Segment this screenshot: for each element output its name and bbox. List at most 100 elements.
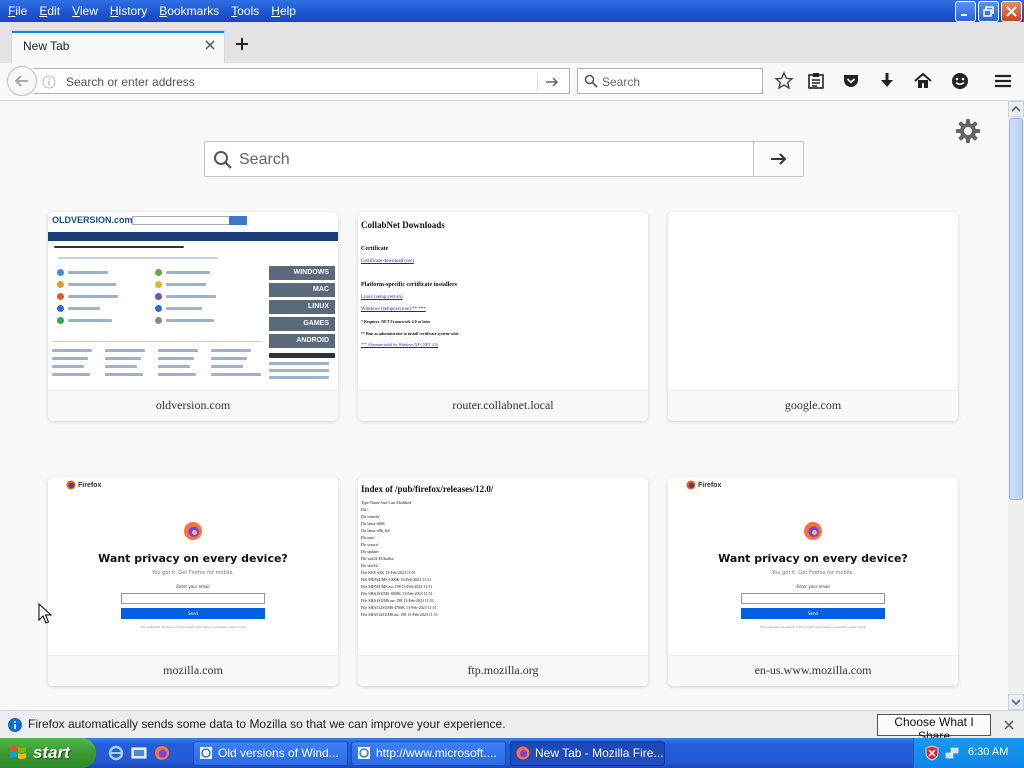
main-search-go-button[interactable]: [753, 142, 803, 176]
thumb-nav: [48, 232, 338, 241]
thumb-row: Dir source/: [361, 542, 379, 547]
go-arrow-icon[interactable]: [545, 75, 559, 89]
reading-list-icon[interactable]: [806, 71, 826, 91]
hamburger-menu-icon[interactable]: [993, 71, 1013, 91]
menu-edit-label: dit: [47, 4, 61, 18]
info-icon[interactable]: [42, 75, 56, 89]
start-button[interactable]: start: [0, 738, 96, 768]
menu-file[interactable]: File: [0, 0, 33, 22]
url-input[interactable]: [66, 73, 526, 91]
downloads-icon[interactable]: [877, 71, 897, 91]
thumb-send-button: Send: [741, 608, 885, 619]
menu-help-accel: H: [271, 4, 280, 18]
top-site-tile-oldversion[interactable]: OLDVERSION.com WINDOWS MAC LINUX GAMES A…: [48, 212, 338, 421]
thumb-body: WINDOWS MAC LINUX GAMES ANDROID: [48, 241, 338, 390]
menu-tools[interactable]: Tools: [225, 0, 265, 22]
tab-new-tab[interactable]: New Tab: [12, 31, 224, 63]
close-icon[interactable]: [1003, 719, 1015, 731]
menu-history-label: istory: [118, 4, 148, 18]
pocket-icon[interactable]: [841, 71, 861, 91]
windows-flag-icon: [10, 746, 26, 759]
thumb-line: [269, 362, 329, 365]
thumb-line: [105, 365, 137, 368]
thumb-search: [132, 216, 244, 225]
menu-edit[interactable]: Edit: [33, 0, 66, 22]
feedback-smiley-icon[interactable]: [950, 71, 970, 91]
taskbar-button-label: Old versions of Wind...: [218, 746, 339, 760]
bookmark-star-icon[interactable]: [774, 71, 794, 91]
thumb-line: [68, 283, 116, 286]
top-site-tile-collabnet[interactable]: CollabNet Downloads Certificate Certific…: [358, 212, 648, 421]
arrow-right-icon: [770, 153, 786, 165]
menu-history[interactable]: History: [104, 0, 153, 22]
tile-label: ftp.mozilla.org: [358, 655, 648, 686]
thumb-line: [52, 373, 90, 376]
thumb-line: [269, 353, 335, 358]
thumb-note: ** Run as administrator to install certi…: [361, 331, 459, 336]
taskbar-button-new-tab[interactable]: New Tab - Mozilla Fire...: [510, 741, 665, 766]
close-window-button[interactable]: [1001, 1, 1022, 22]
taskbar-button-old-versions[interactable]: Old versions of Wind...: [193, 741, 348, 766]
top-site-tile-ftp-mozilla[interactable]: Index of /pub/firefox/releases/12.0/ Typ…: [358, 477, 648, 686]
firefox-logo-icon: [804, 522, 822, 540]
thumb-app-icon: [155, 281, 162, 288]
menu-bookmarks[interactable]: Bookmarks: [153, 0, 225, 22]
firefox-logo-icon: [66, 480, 76, 490]
top-site-tile-en-us-mozilla[interactable]: Firefox Want privacy on every device? Yo…: [668, 477, 958, 686]
new-tab-plus-icon[interactable]: [232, 34, 252, 54]
show-desktop-icon[interactable]: [131, 745, 147, 761]
thumb-title: Want privacy on every device?: [98, 552, 288, 565]
thumb-line: [166, 307, 202, 310]
scroll-up-button[interactable]: [1008, 101, 1024, 117]
main-search-input[interactable]: [239, 150, 739, 170]
gear-icon[interactable]: [954, 117, 982, 145]
thumb-row: Dir linux-x86_64/: [361, 528, 390, 533]
tab-close-icon[interactable]: [204, 39, 216, 51]
thumb-section: Certificate: [361, 246, 389, 252]
security-shield-icon[interactable]: [924, 745, 940, 761]
thumb-sidebar-windows: WINDOWS: [269, 266, 335, 280]
thumb-app-icon: [57, 293, 64, 300]
thumb-line: [58, 257, 218, 259]
search-bar[interactable]: [577, 68, 763, 94]
firefox-quicklaunch-icon[interactable]: [154, 745, 170, 761]
thumb-line: [52, 349, 92, 352]
network-icon[interactable]: [944, 745, 960, 761]
thumb-line: [158, 373, 196, 376]
scroll-down-button[interactable]: [1008, 694, 1024, 710]
thumb-app-icon: [57, 317, 64, 324]
main-search-box[interactable]: [204, 141, 804, 177]
tile-label: router.collabnet.local: [358, 390, 648, 421]
home-icon[interactable]: [913, 71, 933, 91]
taskbar-button-microsoft[interactable]: http://www.microsoft....: [351, 741, 506, 766]
thumb-row: File MD5SUMS.asc 198 13-Feb-2023 11:51: [361, 584, 433, 589]
tile-thumbnail: CollabNet Downloads Certificate Certific…: [358, 212, 648, 390]
scroll-thumb[interactable]: [1009, 118, 1023, 500]
menu-view[interactable]: View: [66, 0, 104, 22]
thumb-row: Dir win32/: [361, 563, 379, 568]
back-button[interactable]: [7, 66, 37, 96]
thumb-row: File SHA512SUMS 4700K 13-Feb-2023 11:51: [361, 605, 437, 610]
thumb-note: * Requires .NET Framework 4.0 or later: [361, 319, 431, 324]
internet-explorer-icon[interactable]: [108, 745, 124, 761]
thumb-line: [158, 349, 198, 352]
thumb-link: Windows (setupcert.exe) ** ***: [361, 307, 426, 312]
menu-bookmarks-label: ookmarks: [167, 4, 220, 18]
search-input[interactable]: [602, 73, 752, 91]
choose-what-i-share-button[interactable]: Choose What I Share: [877, 714, 991, 743]
title-bar: File Edit View History Bookmarks Tools H…: [0, 0, 1024, 22]
thumb-fine-print: The intended recipient of the email must…: [760, 625, 866, 629]
menu-view-accel: V: [72, 4, 80, 18]
info-icon: [8, 718, 22, 732]
restore-button[interactable]: [978, 1, 999, 22]
thumb-line: [68, 307, 100, 310]
url-bar[interactable]: [34, 68, 570, 94]
menu-help[interactable]: Help: [265, 0, 302, 22]
top-site-tile-mozilla[interactable]: Firefox Want privacy on every device? Yo…: [48, 477, 338, 686]
thumb-divider: [52, 341, 262, 342]
minimize-button[interactable]: [955, 1, 976, 22]
thumb-app-icon: [57, 305, 64, 312]
menu-history-accel: H: [109, 4, 119, 18]
vertical-scrollbar[interactable]: [1008, 101, 1024, 710]
top-site-tile-google[interactable]: google.com: [668, 212, 958, 421]
